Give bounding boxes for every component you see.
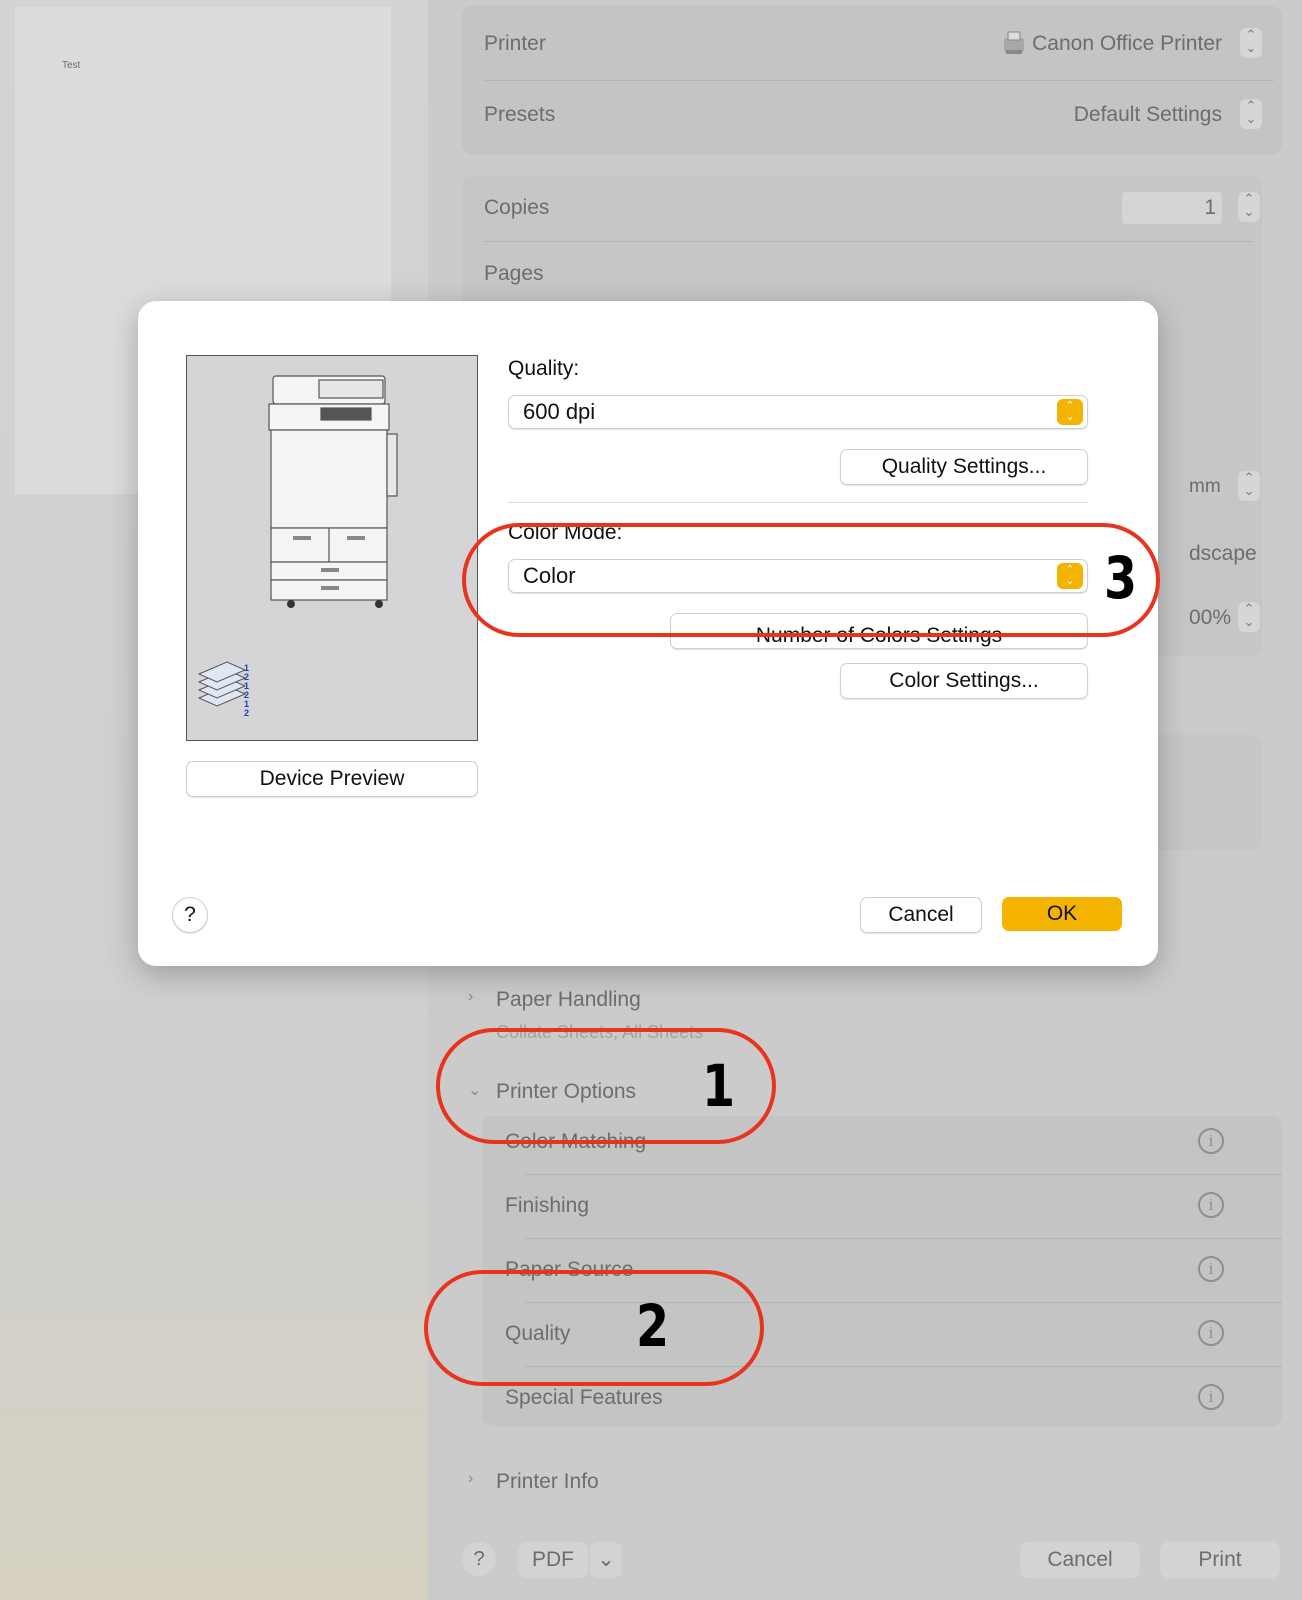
copies-stepper[interactable]: ⌃ ⌄ <box>1238 192 1260 222</box>
printer-select-arrows-icon[interactable]: ⌃ ⌄ <box>1240 28 1262 58</box>
info-icon[interactable]: i <box>1198 1384 1224 1410</box>
pdf-button[interactable]: PDF <box>518 1542 588 1578</box>
scale-stepper[interactable]: ⌃ ⌄ <box>1238 602 1260 632</box>
option-finishing[interactable]: Finishing <box>505 1194 589 1218</box>
pdf-menu-chevron-down-icon[interactable]: ⌄ <box>590 1542 622 1578</box>
select-arrows-icon: ⌃ ⌄ <box>1057 399 1083 425</box>
presets-label: Presets <box>484 103 556 126</box>
quality-select[interactable]: 600 dpi ⌃ ⌄ <box>508 395 1088 429</box>
printer-select[interactable]: Canon Office Printer <box>1032 32 1222 56</box>
printer-presets-group: Printer Canon Office Printer ⌃ ⌄ Presets … <box>462 6 1282 154</box>
paper-size-stepper[interactable]: ⌃ ⌄ <box>1238 471 1260 501</box>
paper-size-unit: mm <box>1189 476 1221 497</box>
cancel-print-button[interactable]: Cancel <box>1020 1542 1140 1578</box>
chevron-right-icon[interactable]: › <box>468 1470 473 1488</box>
divider <box>484 80 1274 81</box>
printer-device-icon <box>197 375 398 707</box>
paper-handling-section[interactable]: Paper Handling <box>496 988 641 1012</box>
help-button[interactable]: ? <box>462 1542 496 1576</box>
annotation-number-2: 2 <box>636 1292 670 1360</box>
annotation-ellipse-3 <box>462 523 1160 637</box>
preview-page-text: Test <box>62 60 81 71</box>
info-icon[interactable]: i <box>1198 1256 1224 1282</box>
dialog-help-button[interactable]: ? <box>172 897 208 933</box>
annotation-ellipse-2 <box>424 1270 764 1386</box>
color-settings-button[interactable]: Color Settings... <box>840 663 1088 699</box>
divider <box>508 502 1088 503</box>
divider <box>524 1174 1282 1175</box>
presets-select[interactable]: Default Settings <box>1074 103 1222 127</box>
printer-label: Printer <box>484 32 546 55</box>
info-icon[interactable]: i <box>1198 1320 1224 1346</box>
divider <box>484 241 1254 242</box>
device-preview-button[interactable]: Device Preview <box>186 761 478 797</box>
quality-label: Quality: <box>508 357 580 380</box>
orientation-value[interactable]: dscape <box>1189 542 1257 566</box>
info-icon[interactable]: i <box>1198 1192 1224 1218</box>
quality-select-value: 600 dpi <box>523 399 596 424</box>
option-special-features[interactable]: Special Features <box>505 1386 663 1410</box>
dialog-ok-button[interactable]: OK <box>1002 897 1122 931</box>
annotation-number-3: 3 <box>1104 544 1138 612</box>
quality-settings-button[interactable]: Quality Settings... <box>840 449 1088 485</box>
scale-value[interactable]: 00% <box>1189 606 1231 630</box>
info-icon[interactable]: i <box>1198 1128 1224 1154</box>
device-preview-image: 1 2 1 2 1 2 <box>186 355 478 741</box>
chevron-right-icon[interactable]: › <box>468 988 473 1006</box>
printer-icon <box>1002 30 1026 56</box>
collate-digits: 1 2 1 2 1 2 <box>244 663 250 718</box>
print-button[interactable]: Print <box>1160 1542 1280 1578</box>
copies-input[interactable]: 1 <box>1122 192 1222 224</box>
copies-label: Copies <box>484 196 550 219</box>
divider <box>524 1238 1282 1239</box>
annotation-number-1: 1 <box>702 1052 736 1120</box>
dialog-cancel-button[interactable]: Cancel <box>860 897 982 933</box>
presets-select-arrows-icon[interactable]: ⌃ ⌄ <box>1240 99 1262 129</box>
printer-info-section[interactable]: Printer Info <box>496 1470 599 1494</box>
pages-label: Pages <box>484 262 544 285</box>
